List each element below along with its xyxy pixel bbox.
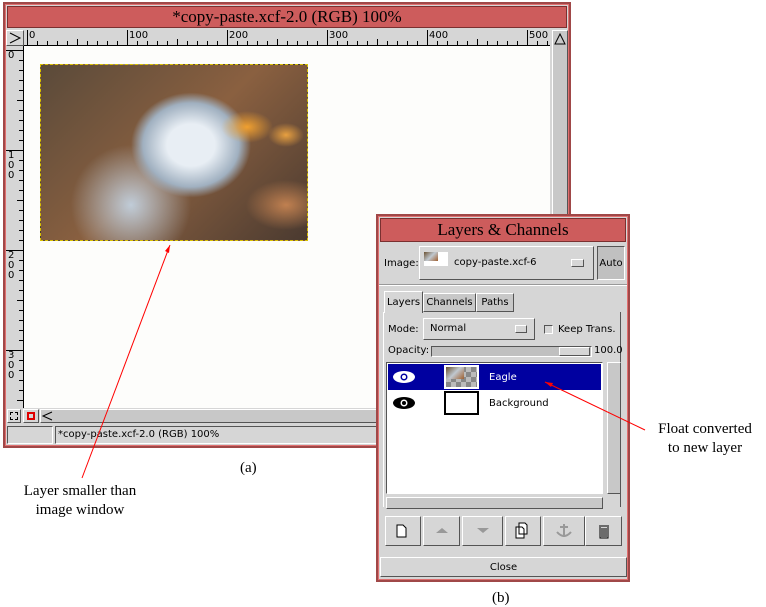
arrow-left xyxy=(81,244,171,479)
left-note: Layer smaller than image window xyxy=(23,483,137,518)
caption-a: (a) xyxy=(240,460,257,476)
arrow-right xyxy=(544,381,646,431)
right-note: Float converted to new layer xyxy=(658,421,752,456)
caption-b: (b) xyxy=(492,590,510,606)
